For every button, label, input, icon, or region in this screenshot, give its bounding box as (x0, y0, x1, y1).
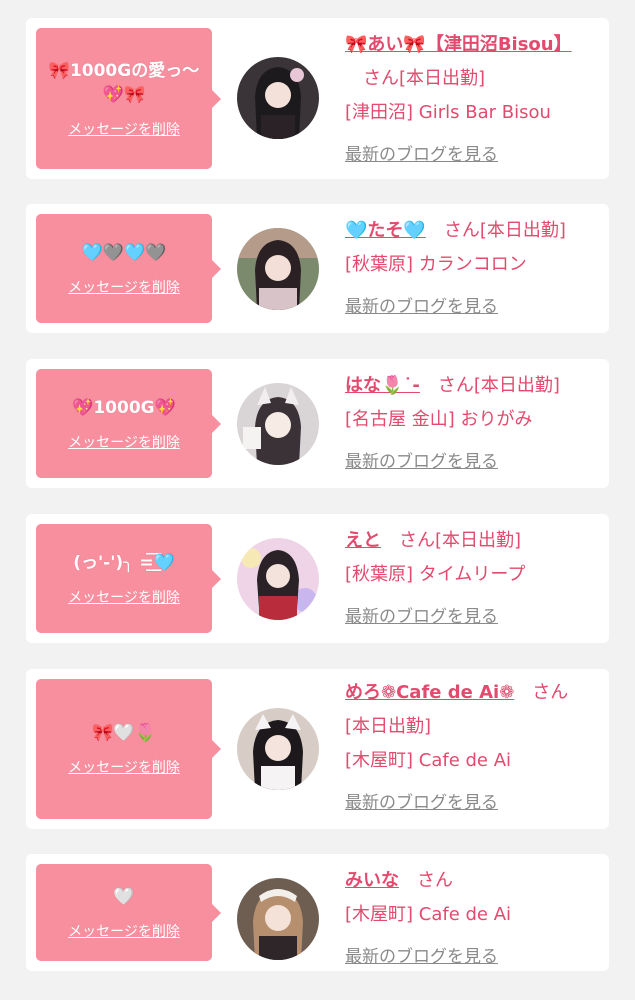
shop-name: [秋葉原] タイムリープ (345, 564, 526, 585)
message-bubble: 💖1000G💖 メッセージを削除 (36, 369, 221, 478)
girl-avatar[interactable] (237, 708, 319, 790)
message-card: 🩵🩶🩵🩶 メッセージを削除 🩵たそ🩵 さん[本日出勤] [秋葉原] カランコロン … (26, 204, 609, 333)
delete-message-link[interactable]: メッセージを削除 (68, 277, 180, 297)
message-text: 🎀1000Gの愛っ〜💖🎀 (48, 60, 200, 105)
message-text: 🤍 (113, 886, 135, 907)
blog-link[interactable]: 最新のブログを見る (345, 940, 601, 974)
girl-avatar[interactable] (237, 228, 319, 310)
message-bubble: 🩵🩶🩵🩶 メッセージを削除 (36, 214, 221, 323)
girl-avatar[interactable] (237, 383, 319, 465)
honorific: さん (399, 530, 435, 551)
girl-info: 🩵たそ🩵 さん[本日出勤] [秋葉原] カランコロン 最新のブログを見る (345, 214, 601, 324)
girl-info: はな🌷˙- さん[本日出勤] [名古屋 金山] おりがみ 最新のブログを見る (345, 369, 601, 479)
shop-name: [秋葉原] カランコロン (345, 254, 527, 275)
honorific: さん (363, 68, 399, 89)
blog-link[interactable]: 最新のブログを見る (345, 600, 601, 634)
message-card: 🤍 メッセージを削除 みいな さん [木屋町] Cafe de Ai 最新のブログ… (26, 854, 609, 971)
honorific: さん (443, 220, 480, 241)
shop-name: [津田沼] Girls Bar Bisou (345, 102, 551, 123)
girl-avatar[interactable] (237, 57, 319, 139)
blog-link[interactable]: 最新のブログを見る (345, 445, 601, 479)
delete-message-link[interactable]: メッセージを削除 (68, 432, 180, 452)
delete-message-link[interactable]: メッセージを削除 (68, 587, 180, 607)
status-badge: [本日出勤] (435, 530, 522, 551)
girl-info: めろ❁Cafe de Ai❁ さん [本日出勤] [木屋町] Cafe de Ai… (345, 676, 601, 820)
message-card: 🎀1000Gの愛っ〜💖🎀 メッセージを削除 🎀あい🎀【津田沼Bisou】さん[本… (26, 18, 609, 179)
honorific: さん (437, 375, 474, 396)
status-badge: [本日出勤] (473, 375, 560, 396)
message-card: (っ'-')╮ =͟͟͞͞🩵 メッセージを削除 えと さん[本日出勤] [秋葉原]… (26, 514, 609, 643)
delete-message-link[interactable]: メッセージを削除 (68, 757, 180, 777)
shop-name: [名古屋 金山] おりがみ (345, 409, 533, 430)
status-badge: [本日出勤] (479, 220, 566, 241)
girl-info: 🎀あい🎀【津田沼Bisou】さん[本日出勤] [津田沼] Girls Bar B… (345, 28, 601, 172)
message-text: 🩵🩶🩵🩶 (81, 242, 167, 263)
message-text: (っ'-')╮ =͟͟͞͞🩵 (73, 552, 175, 573)
girl-info: みいな さん [木屋町] Cafe de Ai 最新のブログを見る (345, 864, 601, 974)
message-bubble: 🎀🤍🌷 メッセージを削除 (36, 679, 221, 819)
shop-name: [木屋町] Cafe de Ai (345, 904, 512, 925)
status-badge: [本日出勤] (399, 68, 486, 89)
delete-message-link[interactable]: メッセージを削除 (68, 119, 180, 139)
girl-avatar[interactable] (237, 538, 319, 620)
message-card: 💖1000G💖 メッセージを削除 はな🌷˙- さん[本日出勤] [名古屋 金山] … (26, 359, 609, 488)
status-badge: [本日出勤] (345, 716, 432, 737)
girl-name-link[interactable]: はな🌷˙- (345, 375, 420, 396)
honorific: さん (417, 870, 453, 891)
girl-info: えと さん[本日出勤] [秋葉原] タイムリープ 最新のブログを見る (345, 524, 601, 634)
girl-name-link[interactable]: みいな (345, 870, 399, 891)
delete-message-link[interactable]: メッセージを削除 (68, 921, 180, 941)
blog-link[interactable]: 最新のブログを見る (345, 786, 601, 820)
blog-link[interactable]: 最新のブログを見る (345, 138, 601, 172)
message-text: 💖1000G💖 (72, 397, 176, 418)
message-bubble: 🤍 メッセージを削除 (36, 864, 221, 961)
message-text: 🎀🤍🌷 (92, 723, 156, 743)
girl-avatar[interactable] (237, 878, 319, 960)
girl-name-link[interactable]: めろ❁Cafe de Ai❁ (345, 682, 514, 703)
girl-name-link[interactable]: えと (345, 530, 381, 551)
girl-name-link[interactable]: 🎀あい🎀【津田沼Bisou】 (345, 34, 572, 55)
message-bubble: 🎀1000Gの愛っ〜💖🎀 メッセージを削除 (36, 28, 221, 169)
message-card: 🎀🤍🌷 メッセージを削除 めろ❁Cafe de Ai❁ さん [本日出勤] [木屋… (26, 669, 609, 829)
message-bubble: (っ'-')╮ =͟͟͞͞🩵 メッセージを削除 (36, 524, 221, 633)
blog-link[interactable]: 最新のブログを見る (345, 290, 601, 324)
shop-name: [木屋町] Cafe de Ai (345, 750, 512, 771)
girl-name-link[interactable]: 🩵たそ🩵 (345, 220, 426, 241)
honorific: さん (532, 682, 569, 703)
